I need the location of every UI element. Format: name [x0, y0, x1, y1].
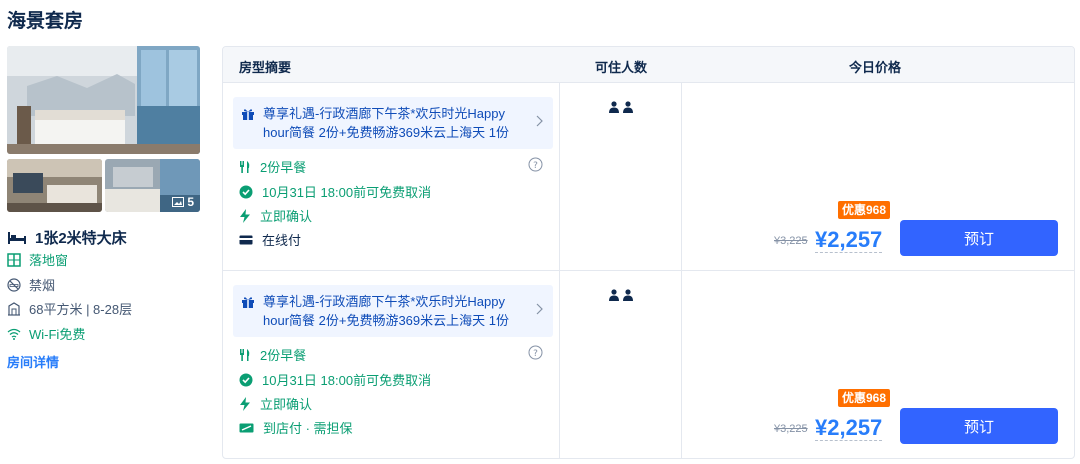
- cancellation-label: 10月31日 18:00前可免费取消: [262, 373, 432, 388]
- photo-count-label: 5: [187, 195, 194, 209]
- window-icon: [7, 252, 21, 267]
- guests-icon: [609, 289, 633, 301]
- instant-confirm-label: 立即确认: [260, 209, 313, 224]
- perk-text: 尊享礼遇-行政酒廊下午茶*欢乐时光Happy hour简餐 2份+免费畅游369…: [263, 106, 509, 140]
- pay-at-hotel-icon: [239, 423, 254, 432]
- instant-confirm-info: 立即确认: [239, 394, 312, 413]
- perk-banner[interactable]: 尊享礼遇-行政酒廊下午茶*欢乐时光Happy hour简餐 2份+免费畅游369…: [233, 285, 553, 337]
- table-header: 房型摘要 可住人数 今日价格: [223, 47, 1074, 82]
- facility-wifi: Wi-Fi免费: [7, 324, 85, 343]
- bed-icon: [8, 231, 26, 244]
- room-photo-main[interactable]: [7, 46, 200, 154]
- lightning-icon: [240, 208, 250, 223]
- current-price[interactable]: ¥2,257: [815, 228, 883, 253]
- rate-row: 尊享礼遇-行政酒廊下午茶*欢乐时光Happy hour简餐 2份+免费畅游369…: [223, 270, 1074, 458]
- facility-wifi-label: Wi-Fi免费: [29, 327, 86, 342]
- gift-icon: [242, 297, 254, 308]
- instant-confirm-info: 立即确认: [239, 206, 312, 225]
- breakfast-info: 2份早餐: [239, 345, 306, 364]
- photo-count: 5: [172, 195, 194, 209]
- svg-text:?: ?: [533, 161, 538, 171]
- discount-badge: 优惠968: [838, 201, 891, 219]
- original-price: ¥3,225: [774, 235, 808, 247]
- check-circle-icon: [239, 185, 253, 198]
- rate-row: 尊享礼遇-行政酒廊下午茶*欢乐时光Happy hour简餐 2份+免费畅游369…: [223, 82, 1074, 270]
- perk-banner[interactable]: 尊享礼遇-行政酒廊下午茶*欢乐时光Happy hour简餐 2份+免费畅游369…: [233, 97, 553, 149]
- utensils-icon: [240, 348, 250, 361]
- chevron-right-icon: [536, 303, 543, 315]
- bed-info: 1张2米特大床: [7, 227, 127, 248]
- area-icon: [8, 301, 20, 316]
- breakfast-info: 2份早餐: [239, 157, 306, 176]
- payment-label: 在线付: [262, 233, 302, 248]
- help-icon[interactable]: ?: [528, 345, 543, 360]
- lightning-icon: [240, 396, 250, 411]
- header-guests: 可住人数: [595, 60, 648, 75]
- original-price: ¥3,225: [774, 423, 808, 435]
- facility-window-label: 落地窗: [29, 253, 69, 268]
- gift-icon: [242, 109, 254, 120]
- room-title: 海景套房: [7, 11, 84, 32]
- chevron-right-icon: [536, 115, 543, 127]
- no-smoking-icon: [7, 277, 21, 292]
- book-button[interactable]: 预订: [900, 220, 1058, 256]
- bed-label: 1张2米特大床: [35, 230, 127, 247]
- book-button[interactable]: 预订: [900, 408, 1058, 444]
- cancellation-info: 10月31日 18:00前可免费取消: [239, 370, 431, 389]
- header-summary: 房型摘要: [239, 60, 292, 75]
- credit-card-icon: [239, 235, 253, 244]
- instant-confirm-label: 立即确认: [260, 397, 313, 412]
- cancellation-label: 10月31日 18:00前可免费取消: [262, 185, 432, 200]
- cancellation-info: 10月31日 18:00前可免费取消: [239, 182, 431, 201]
- facility-no-smoking: 禁烟: [7, 275, 55, 294]
- header-price: 今日价格: [849, 60, 902, 75]
- guests-icon: [609, 101, 633, 113]
- breakfast-label: 2份早餐: [260, 348, 307, 363]
- svg-text:?: ?: [533, 349, 538, 359]
- facility-area-label: 68平方米 | 8-28层: [29, 302, 133, 317]
- facility-area-floor: 68平方米 | 8-28层: [7, 299, 132, 318]
- room-photo-thumb-1[interactable]: [7, 159, 102, 212]
- perk-text: 尊享礼遇-行政酒廊下午茶*欢乐时光Happy hour简餐 2份+免费畅游369…: [263, 294, 509, 328]
- payment-info: 到店付 · 需担保: [239, 418, 353, 437]
- check-circle-icon: [239, 373, 253, 386]
- discount-badge: 优惠968: [838, 389, 891, 407]
- payment-label: 到店付 · 需担保: [263, 421, 353, 436]
- facility-smoking-label: 禁烟: [29, 278, 56, 293]
- wifi-icon: [7, 328, 21, 340]
- rate-table: 房型摘要 可住人数 今日价格 尊享礼遇-行政酒廊下午茶*欢乐时光Happy ho…: [222, 46, 1075, 459]
- utensils-icon: [240, 160, 250, 173]
- breakfast-label: 2份早餐: [260, 160, 307, 175]
- room-details-link[interactable]: 房间详情: [7, 352, 59, 371]
- image-icon: [172, 197, 185, 207]
- facility-window: 落地窗: [7, 250, 68, 269]
- room-photo-thumb-2[interactable]: 5: [105, 159, 200, 212]
- help-icon[interactable]: ?: [528, 157, 543, 172]
- payment-info: 在线付: [239, 230, 301, 249]
- current-price[interactable]: ¥2,257: [815, 416, 883, 441]
